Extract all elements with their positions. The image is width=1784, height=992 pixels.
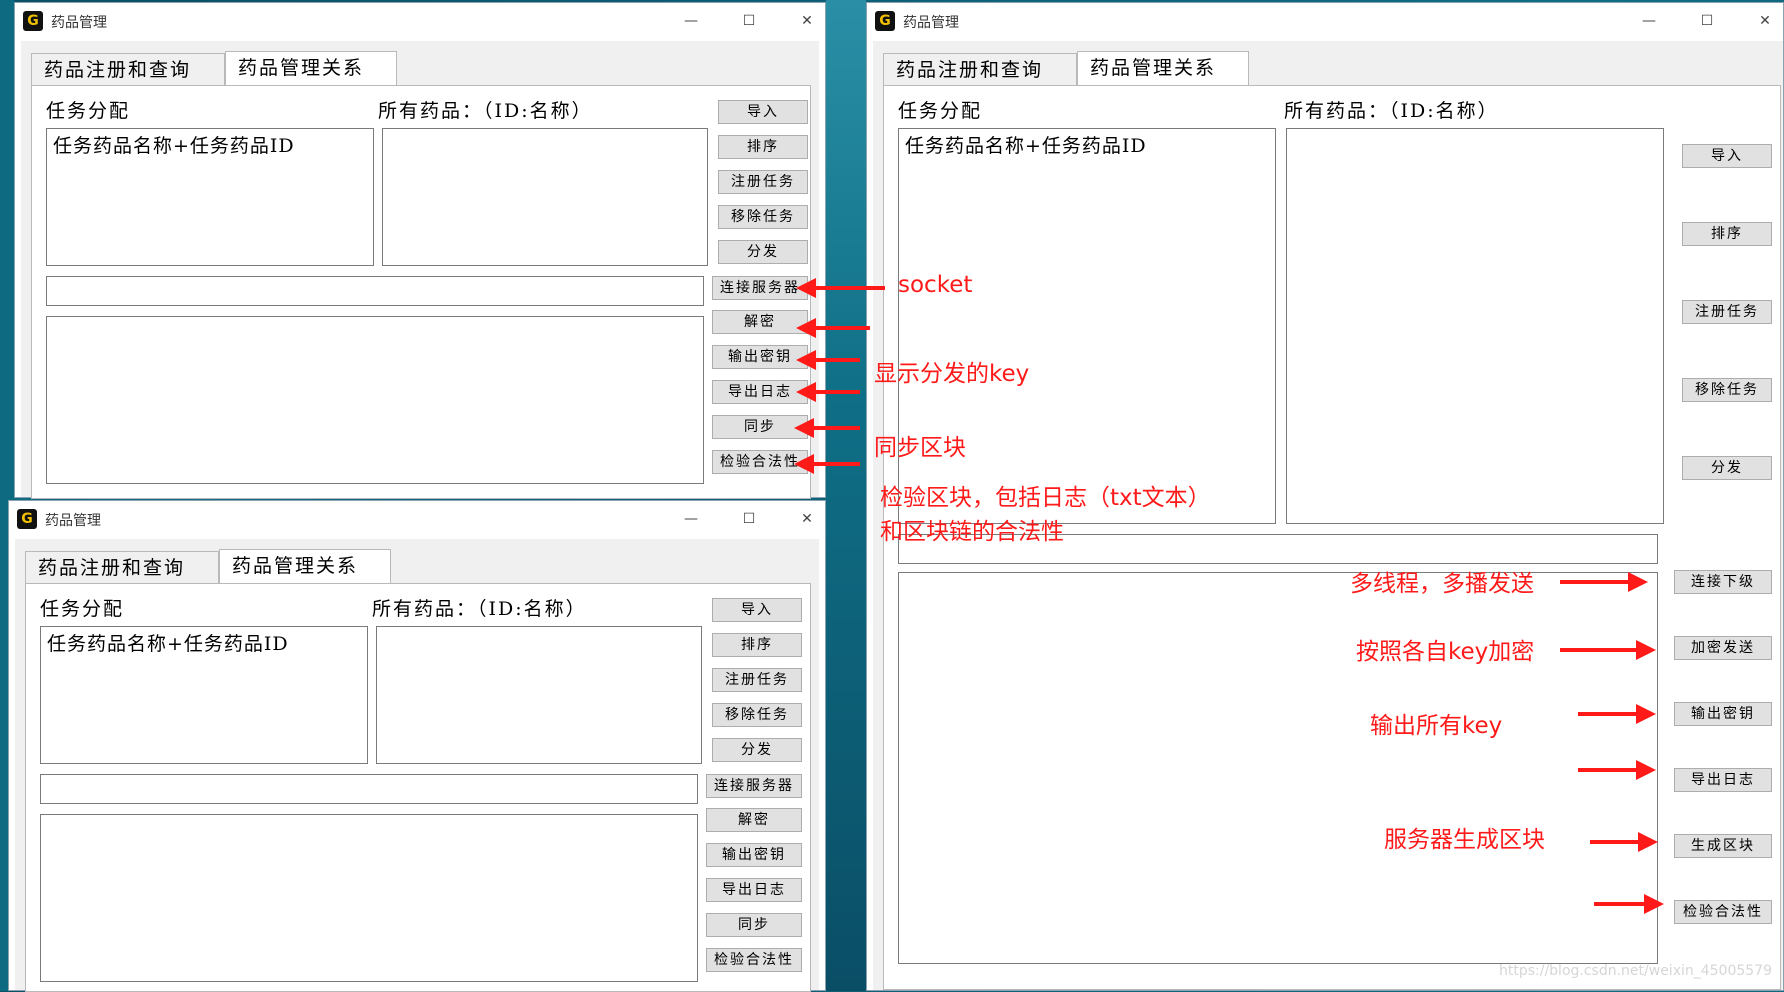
annotation-generate-block: 服务器生成区块 [1384, 827, 1545, 853]
watermark: https://blog.csdn.net/weixin_45005579 [1498, 963, 1772, 979]
annotation-multithread: 多线程，多播发送 [1350, 571, 1534, 597]
annotation-verify-line1: 检验区块，包括日志（txt文本） [880, 485, 1211, 511]
annotation-socket: socket [898, 272, 973, 298]
annotation-verify-line2: 和区块链的合法性 [880, 519, 1064, 545]
annotation-sync-block: 同步区块 [874, 435, 966, 461]
annotation-encrypt: 按照各自key加密 [1356, 639, 1535, 665]
annotation-output-keys: 输出所有key [1370, 713, 1503, 739]
annotation-show-key: 显示分发的key [874, 361, 1030, 387]
